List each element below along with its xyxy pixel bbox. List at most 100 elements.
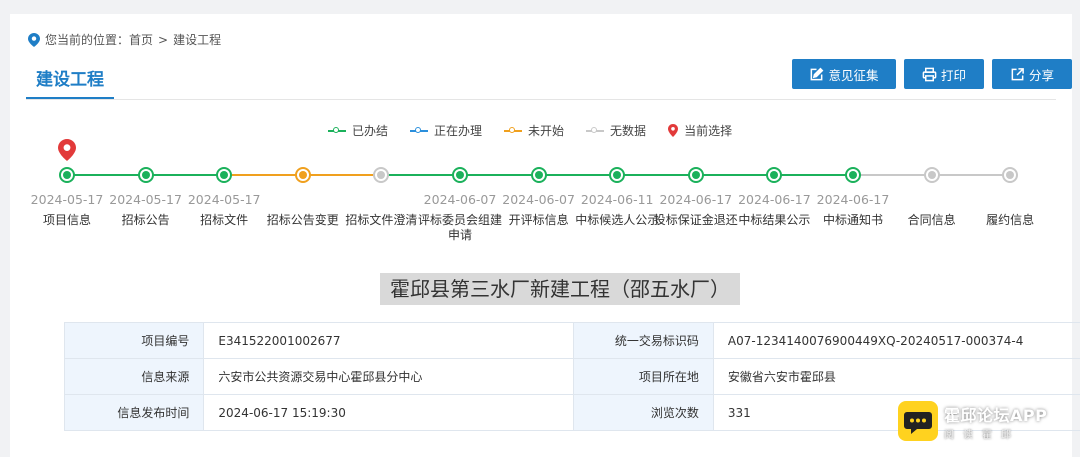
- legend-not-started-label: 未开始: [528, 124, 565, 138]
- timeline-node[interactable]: [530, 167, 547, 183]
- trade-code-label: 统一交易标识码: [573, 322, 714, 359]
- timeline-node[interactable]: [923, 167, 940, 183]
- legend-done-marker: [328, 126, 346, 133]
- timeline-node[interactable]: [845, 167, 861, 183]
- timeline-stage[interactable]: 2024-05-17 项目信息: [25, 192, 109, 228]
- breadcrumb: 您当前的位置： 首页 > 建设工程: [28, 31, 221, 48]
- current-pin-icon: [668, 124, 679, 137]
- timeline-connector: [931, 174, 1011, 176]
- timeline-node[interactable]: [1002, 167, 1019, 183]
- project-title: 霍邱县第三水厂新建工程（邵五水厂）: [380, 273, 740, 305]
- legend-no-data-label: 无数据: [610, 124, 647, 138]
- timeline-node[interactable]: [294, 167, 311, 183]
- source-label: 信息来源: [63, 358, 205, 395]
- timeline-stage[interactable]: 履约信息: [968, 192, 1052, 228]
- timeline-stage[interactable]: 2024-06-17 中标结果公示: [732, 192, 816, 228]
- timeline-node[interactable]: [609, 167, 626, 183]
- timeline-connector: [853, 174, 932, 176]
- project-no-value: E341522001002677: [203, 322, 575, 359]
- stage-date: 2024-06-11: [580, 192, 654, 207]
- legend-in-progress: 正在办理: [410, 122, 482, 139]
- location-value: 安徽省六安市霍邱县: [712, 358, 1080, 395]
- legend-not-started-marker: [504, 126, 523, 133]
- stage-name: 评标委员会组建申请: [418, 213, 503, 242]
- page-container: 您当前的位置： 首页 > 建设工程 建设工程 意见征集 打印 分享 已办结 正在…: [10, 14, 1080, 457]
- timeline-node[interactable]: [59, 167, 75, 183]
- timeline-stage[interactable]: 2024-05-17 招标文件: [182, 192, 266, 228]
- stage-name: 招标公告变更: [266, 213, 339, 227]
- timeline-node[interactable]: [766, 167, 783, 183]
- source-value: 六安市公共资源交易中心霍邱县分中心: [203, 358, 575, 395]
- timeline-stage[interactable]: 招标文件澄清: [339, 192, 423, 228]
- stage-date: 2024-05-17: [30, 192, 104, 207]
- stage-name: 项目信息: [42, 213, 91, 227]
- timeline-connector: [460, 174, 539, 176]
- stage-date: 2024-06-17: [738, 192, 811, 207]
- timeline-stage[interactable]: 2024-06-07 评标委员会组建申请: [418, 192, 502, 243]
- breadcrumb-current: 建设工程: [173, 33, 222, 47]
- legend-in-progress-marker: [410, 126, 429, 133]
- timeline-stage[interactable]: 2024-06-17 中标通知书: [811, 192, 895, 228]
- legend-done: 已办结: [328, 122, 388, 139]
- timeline-stage[interactable]: 招标公告变更: [261, 192, 345, 228]
- title-row: 建设工程 意见征集 打印 分享: [26, 59, 1072, 100]
- timeline-connector: [381, 174, 460, 176]
- stage-name: 招标公告: [121, 213, 170, 227]
- stage-date: 2024-05-17: [109, 192, 182, 207]
- legend-done-label: 已办结: [352, 124, 389, 138]
- timeline-stage[interactable]: 2024-06-11 中标候选人公示: [575, 192, 659, 228]
- stage-name: 投标保证金退还: [653, 213, 738, 227]
- stage-date: 2024-06-07: [423, 192, 497, 207]
- project-no-label: 项目编号: [63, 322, 205, 359]
- timeline-stage[interactable]: 合同信息: [890, 192, 974, 228]
- timeline-node[interactable]: [687, 167, 704, 183]
- watermark-title: 霍邱论坛APP: [944, 405, 1048, 425]
- print-label: 打印: [940, 67, 966, 83]
- stage-name: 中标结果公示: [738, 213, 811, 227]
- print-button[interactable]: 打印: [904, 59, 984, 89]
- publish-time-value: 2024-06-17 15:19:30: [203, 394, 575, 431]
- stage-name: 招标文件澄清: [345, 213, 418, 227]
- legend-not-started: 未开始: [504, 122, 564, 139]
- timeline-stage[interactable]: 2024-06-07 开评标信息: [497, 192, 581, 228]
- speech-bubble-icon: [904, 412, 932, 434]
- timeline-connector: [538, 174, 618, 176]
- timeline-connector: [695, 174, 775, 176]
- timeline-node[interactable]: [373, 167, 390, 183]
- timeline-connector: [774, 174, 853, 176]
- app-watermark: 霍邱论坛APP 阅读霍邱: [898, 401, 1047, 441]
- current-selection-pin-icon: [58, 139, 76, 161]
- table-row: 信息来源 六安市公共资源交易中心霍邱县分中心 项目所在地 安徽省六安市霍邱县: [63, 358, 1080, 395]
- page-title[interactable]: 建设工程: [26, 60, 114, 99]
- stage-date: 2024-06-17: [816, 192, 890, 207]
- feedback-label: 意见征集: [828, 67, 879, 83]
- stage-name: 开评标信息: [508, 213, 569, 227]
- stage-name: 合同信息: [907, 213, 956, 227]
- publish-time-label: 信息发布时间: [63, 394, 205, 431]
- trade-code-value: A07-1234140076900449XQ-20240517-000374-4: [712, 322, 1080, 359]
- timeline-stage[interactable]: 2024-05-17 招标公告: [104, 192, 188, 228]
- breadcrumb-home-link[interactable]: 首页: [129, 31, 153, 48]
- legend-current: 当前选择: [668, 122, 732, 139]
- timeline-connector: [617, 174, 696, 176]
- timeline-node[interactable]: [137, 167, 154, 183]
- stage-date: [890, 192, 974, 208]
- stage-date: [261, 192, 345, 208]
- timeline-connector: [67, 174, 146, 176]
- legend-current-label: 当前选择: [684, 124, 733, 138]
- timeline-connector: [224, 174, 303, 176]
- share-button[interactable]: 分享: [992, 59, 1072, 89]
- feedback-button[interactable]: 意见征集: [792, 59, 896, 89]
- stage-date: [968, 192, 1052, 208]
- action-buttons: 意见征集 打印 分享: [792, 59, 1072, 89]
- stage-date: 2024-06-17: [659, 192, 733, 207]
- chat-app-icon: [898, 401, 938, 441]
- stage-name: 招标文件: [200, 213, 249, 227]
- table-row: 项目编号 E341522001002677 统一交易标识码 A07-123414…: [63, 322, 1080, 359]
- progress-timeline: 2024-05-17 项目信息 2024-05-17 招标公告 2024-05-17 招标…: [25, 139, 1048, 262]
- timeline-node[interactable]: [452, 167, 468, 183]
- watermark-text: 霍邱论坛APP 阅读霍邱: [944, 402, 1047, 441]
- stage-name: 履约信息: [986, 213, 1035, 227]
- timeline-node[interactable]: [216, 167, 233, 183]
- timeline-stage[interactable]: 2024-06-17 投标保证金退还: [654, 192, 738, 228]
